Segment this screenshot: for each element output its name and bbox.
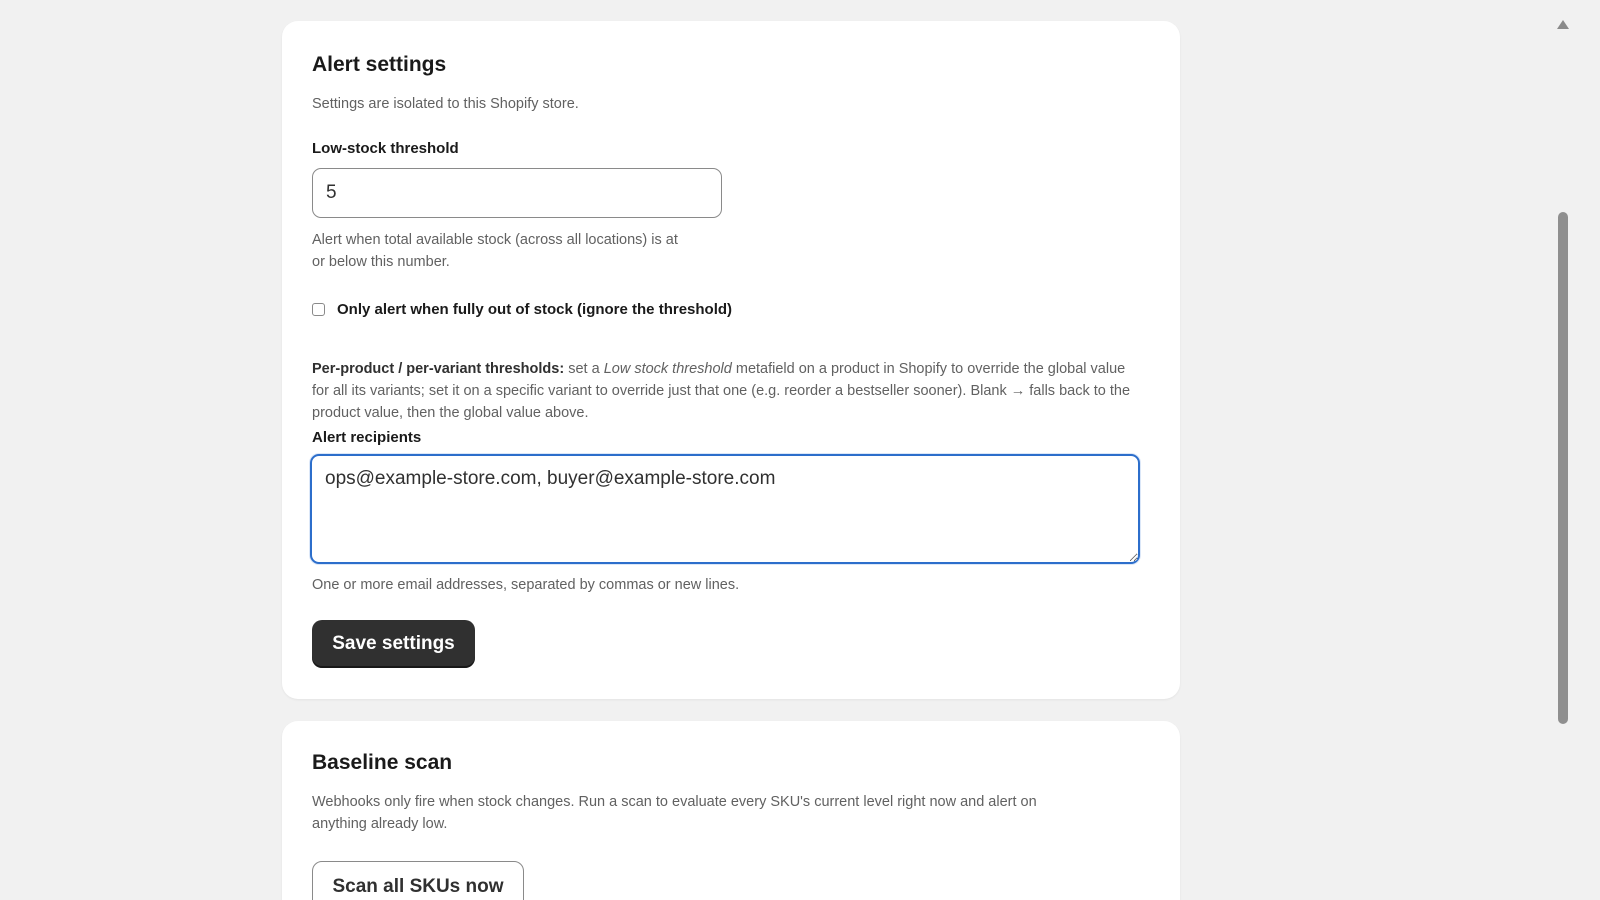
page: Alert settings Settings are isolated to … [0,0,1600,900]
only-out-of-stock-option[interactable]: Only alert when fully out of stock (igno… [312,298,732,320]
recipients-help: One or more email addresses, separated b… [312,577,740,593]
baseline-scan-description: Webhooks only fire when stock changes. R… [312,791,1142,835]
scroll-up-arrow-icon[interactable] [1557,20,1569,29]
baseline-scan-title: Baseline scan [312,751,453,774]
threshold-label: Low-stock threshold [312,140,459,157]
baseline-scan-card: Baseline scan Webhooks only fire when st… [282,721,1180,900]
per-product-info-text-a: set a [564,361,604,377]
alert-settings-card: Alert settings Settings are isolated to … [282,21,1180,699]
threshold-help-line-1: Alert when total available stock (across… [312,232,678,248]
save-settings-button[interactable]: Save settings [312,620,475,668]
threshold-help: Alert when total available stock (across… [312,229,678,273]
metafield-name: Low stock threshold [603,361,732,377]
scroll-thumb[interactable] [1558,212,1568,724]
only-out-of-stock-checkbox[interactable] [312,302,325,316]
baseline-scan-description-line-2: anything already low. [312,816,448,832]
page-scrollbar[interactable] [1554,10,1572,900]
baseline-scan-description-line-1: Webhooks only fire when stock changes. R… [312,794,1037,810]
per-product-info: Per-product / per-variant thresholds: se… [312,358,1142,424]
threshold-help-line-2: or below this number. [312,254,450,270]
alert-settings-title: Alert settings [312,53,447,76]
threshold-input[interactable] [312,168,722,218]
only-out-of-stock-label: Only alert when fully out of stock (igno… [337,300,733,318]
recipients-label: Alert recipients [312,429,422,446]
scan-all-skus-button[interactable]: Scan all SKUs now [312,861,524,900]
recipients-textarea[interactable]: ops@example-store.com, buyer@example-sto… [310,454,1140,564]
per-product-info-heading: Per-product / per-variant thresholds: [312,361,565,377]
alert-settings-subtitle: Settings are isolated to this Shopify st… [312,96,579,112]
